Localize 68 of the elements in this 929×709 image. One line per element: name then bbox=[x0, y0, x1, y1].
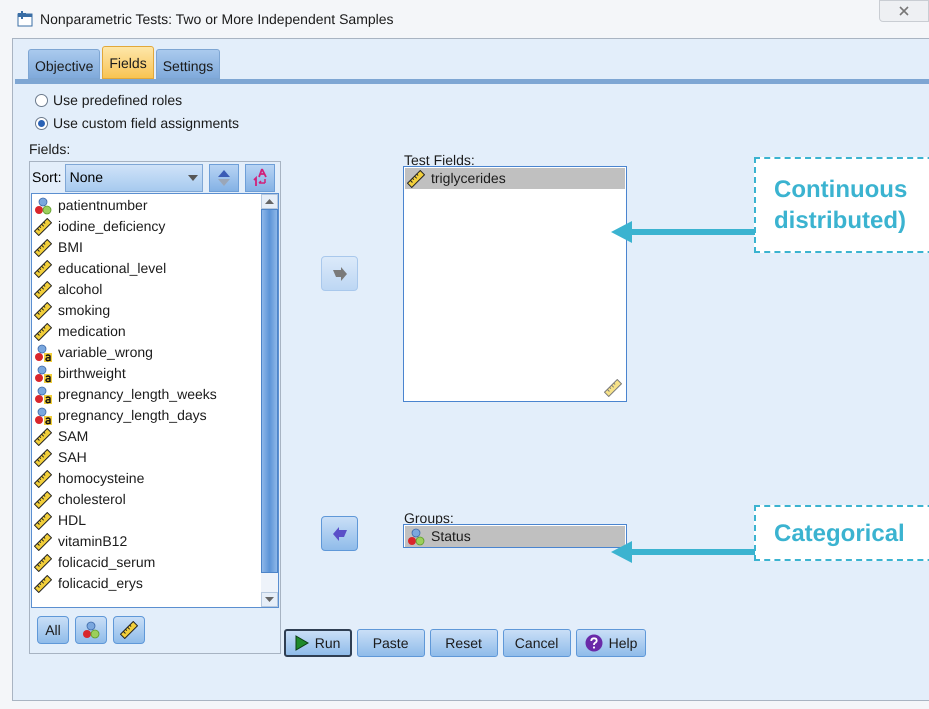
up-down-icon bbox=[216, 168, 231, 186]
sort-icon bbox=[250, 168, 269, 188]
dropdown-caret-icon bbox=[188, 174, 198, 180]
balls-icon bbox=[407, 528, 425, 546]
field-item[interactable]: SAH bbox=[32, 447, 261, 468]
run-button[interactable]: Run bbox=[284, 629, 352, 657]
field-item[interactable]: folicacid_serum bbox=[32, 552, 261, 573]
callout-text: Categorical bbox=[774, 518, 906, 548]
field-item[interactable]: variable_wrong bbox=[32, 342, 261, 363]
sort-dropdown[interactable]: None bbox=[64, 164, 203, 192]
balls-string-icon bbox=[34, 364, 52, 382]
field-item[interactable]: triglycerides bbox=[405, 168, 625, 189]
play-icon bbox=[294, 635, 309, 651]
ruler-icon bbox=[407, 170, 425, 188]
move-button[interactable] bbox=[321, 516, 358, 551]
sort-alpha-button[interactable] bbox=[244, 164, 275, 192]
radio-button[interactable] bbox=[35, 117, 48, 130]
close-icon bbox=[899, 6, 909, 16]
field-drop-box[interactable]: triglycerides bbox=[403, 166, 627, 402]
dialog-button[interactable]: Cancel bbox=[502, 629, 571, 657]
field-item[interactable]: medication bbox=[32, 321, 261, 342]
help-icon bbox=[584, 634, 603, 652]
nominal-filter-button[interactable] bbox=[75, 616, 107, 644]
balls-string-icon bbox=[34, 406, 52, 424]
callout-text: Continuous bbox=[774, 175, 908, 205]
tab[interactable]: Objective bbox=[28, 49, 100, 79]
window-title: Nonparametric Tests: Two or More Independent Samples bbox=[40, 10, 394, 29]
app-icon bbox=[16, 10, 34, 28]
field-item[interactable]: birthweight bbox=[32, 363, 261, 384]
field-item[interactable]: iodine_deficiency bbox=[32, 216, 261, 237]
field-item[interactable]: vitaminB12 bbox=[32, 531, 261, 552]
fields-label: Fields: bbox=[29, 140, 72, 157]
scroll-down-button[interactable] bbox=[261, 592, 278, 607]
field-item[interactable]: homocysteine bbox=[32, 468, 261, 489]
dialog-button[interactable]: Reset bbox=[430, 629, 498, 657]
field-item[interactable]: patientnumber bbox=[32, 195, 261, 216]
radio-label[interactable]: Use predefined roles bbox=[53, 90, 182, 111]
field-item[interactable]: SAM bbox=[32, 426, 261, 447]
field-item[interactable]: smoking bbox=[32, 300, 261, 321]
field-item[interactable]: cholesterol bbox=[32, 489, 261, 510]
scroll-down-icon bbox=[265, 597, 274, 602]
field-item[interactable]: alcohol bbox=[32, 279, 261, 300]
callout-text: distributed) bbox=[774, 206, 907, 236]
arrow-left-icon bbox=[332, 526, 348, 540]
radio-label[interactable]: Use custom field assignments bbox=[53, 113, 239, 134]
sort-order-button[interactable] bbox=[208, 164, 239, 192]
balls-string-icon bbox=[34, 386, 52, 404]
scroll-up-button[interactable] bbox=[261, 194, 278, 209]
help-button[interactable]: Help bbox=[576, 629, 646, 657]
filter-button[interactable]: All bbox=[37, 616, 69, 644]
field-item[interactable]: pregnancy_length_weeks bbox=[32, 384, 261, 405]
dialog-button[interactable]: Paste bbox=[356, 629, 425, 657]
field-item[interactable]: HDL bbox=[32, 510, 261, 531]
close-button[interactable] bbox=[879, 0, 929, 22]
field-item[interactable]: pregnancy_length_days bbox=[32, 405, 261, 426]
field-item[interactable]: BMI bbox=[32, 237, 261, 258]
radio-button[interactable] bbox=[35, 94, 48, 107]
scale-filter-button[interactable] bbox=[113, 616, 145, 644]
tab[interactable]: Fields bbox=[102, 46, 154, 79]
tab[interactable]: Settings bbox=[156, 49, 220, 79]
field-item[interactable]: educational_level bbox=[32, 258, 261, 279]
scroll-up-icon bbox=[265, 199, 274, 204]
balls-icon bbox=[34, 196, 52, 214]
field-item[interactable]: folicacid_erys bbox=[32, 573, 261, 594]
balls-string-icon bbox=[34, 344, 52, 362]
sort-label: Sort: bbox=[32, 168, 62, 187]
balls-icon bbox=[82, 621, 100, 639]
arrow-right-icon bbox=[332, 266, 348, 280]
